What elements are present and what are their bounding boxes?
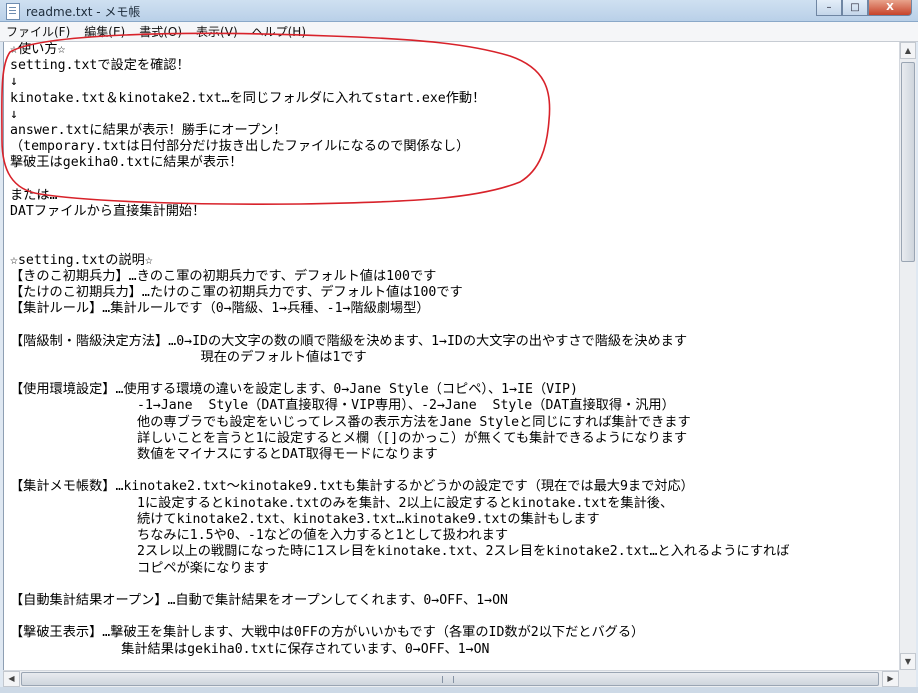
text-line: DATファイルから直接集計開始！ bbox=[10, 204, 206, 220]
text-editor[interactable]: ☆使い方☆ setting.txtで設定を確認！ ↓ kinotake.txt＆… bbox=[3, 42, 900, 670]
text-line: 【使用環境設定】…使用する環境の違いを設定します、0→Jane Style（コピ… bbox=[10, 382, 578, 398]
text-line: ☆使い方☆ bbox=[10, 42, 66, 57]
text-line: コピペが楽になります bbox=[10, 560, 269, 576]
text-line: 1に設定するとkinotake.txtのみを集計、2以上に設定するとkinota… bbox=[10, 495, 674, 511]
text-line: 2スレ以上の戦闘になった時に1スレ目をkinotake.txt、2スレ目をkin… bbox=[10, 544, 790, 560]
text-line: ↓ bbox=[10, 106, 18, 122]
window-title: readme.txt - メモ帳 bbox=[26, 5, 141, 19]
text-line: 数値をマイナスにするとDAT取得モードになります bbox=[10, 447, 438, 463]
vertical-scrollbar[interactable]: ▲ ▼ bbox=[899, 42, 916, 670]
notepad-icon bbox=[6, 3, 20, 20]
scroll-right-arrow-icon[interactable]: ▶ bbox=[882, 671, 899, 687]
text-line: 続けてkinotake2.txt、kinotake3.txt…kinotake9… bbox=[10, 511, 600, 527]
scroll-up-arrow-icon[interactable]: ▲ bbox=[900, 42, 916, 59]
scroll-left-arrow-icon[interactable]: ◀ bbox=[3, 671, 20, 687]
scroll-grip-icon bbox=[442, 676, 454, 683]
text-line: 詳しいことを言うと1に設定するとメ欄（[]のかっこ）が無くても集計できるようにな… bbox=[10, 430, 688, 446]
text-line: （temporary.txtは日付部分だけ抜き出したファイルになるので関係なし） bbox=[10, 139, 470, 155]
menu-view[interactable]: 表示(V) bbox=[196, 23, 238, 40]
text-line: ↓ bbox=[10, 74, 18, 90]
vertical-scroll-thumb[interactable] bbox=[901, 62, 915, 262]
title-bar: readme.txt - メモ帳 – □ X bbox=[0, 0, 918, 22]
text-line: 【集計ルール】…集計ルールです（0→階級、1→兵種、-1→階級劇場型） bbox=[10, 301, 430, 317]
window-controls: – □ X bbox=[816, 0, 912, 17]
text-line: 【集計メモ帳数】…kinotake2.txt～kinotake9.txtも集計す… bbox=[10, 479, 694, 495]
text-line: ちなみに1.5や0、-1などの値を入力すると1として扱われます bbox=[10, 528, 509, 544]
menu-bar: ファイル(F) 編集(E) 書式(O) 表示(V) ヘルプ(H) bbox=[0, 22, 918, 42]
text-line: 現在のデフォルト値は1です bbox=[10, 349, 367, 365]
text-line: 集計結果はgekiha0.txtに保存されています、0→OFF、1→ON bbox=[10, 641, 490, 657]
text-line: 【たけのこ初期兵力】…たけのこ軍の初期兵力です、デフォルト値は100です bbox=[10, 285, 463, 301]
horizontal-scrollbar[interactable]: ◀ ▶ bbox=[3, 670, 899, 687]
window-bottom-edge bbox=[0, 687, 918, 693]
horizontal-scroll-thumb[interactable] bbox=[21, 672, 879, 686]
text-line: 【自動集計結果オープン】…自動で集計結果をオープンしてくれます、0→OFF、1→… bbox=[10, 592, 508, 608]
text-line: kinotake.txt＆kinotake2.txt…を同じフォルダに入れてst… bbox=[10, 90, 486, 106]
text-line: answer.txtに結果が表示！勝手にオープン！ bbox=[10, 123, 287, 139]
minimize-button[interactable]: – bbox=[816, 0, 842, 16]
text-line: 【きのこ初期兵力】…きのこ軍の初期兵力です、デフォルト値は100です bbox=[10, 268, 437, 284]
text-line: 撃破王はgekiha0.txtに結果が表示！ bbox=[10, 155, 243, 171]
scrollbar-corner bbox=[899, 670, 916, 687]
menu-format[interactable]: 書式(O) bbox=[139, 23, 182, 40]
text-line: 他の専ブラでも設定をいじってレス番の表示方法をJane Styleと同じにすれば… bbox=[10, 414, 691, 430]
menu-edit[interactable]: 編集(E) bbox=[84, 23, 125, 40]
menu-help[interactable]: ヘルプ(H) bbox=[252, 23, 306, 40]
close-button[interactable]: X bbox=[868, 0, 912, 16]
text-line: または… bbox=[10, 187, 58, 203]
scroll-down-arrow-icon[interactable]: ▼ bbox=[900, 653, 916, 670]
text-line: 【撃破王表示】…撃破王を集計します、大戦中は0FFの方がいいかもです（各軍のID… bbox=[10, 625, 645, 641]
text-line: -1→Jane Style（DAT直接取得・VIP専用）、-2→Jane Sty… bbox=[10, 398, 675, 414]
maximize-button[interactable]: □ bbox=[842, 0, 868, 16]
text-line: ☆setting.txtの説明☆ bbox=[10, 252, 153, 268]
text-line: setting.txtで設定を確認！ bbox=[10, 58, 190, 74]
document-text[interactable]: ☆使い方☆ setting.txtで設定を確認！ ↓ kinotake.txt＆… bbox=[10, 42, 789, 658]
menu-file[interactable]: ファイル(F) bbox=[6, 23, 70, 40]
text-line: 【階級制・階級決定方法】…0→IDの大文字の数の順で階級を決めます、1→IDの大… bbox=[10, 333, 688, 349]
